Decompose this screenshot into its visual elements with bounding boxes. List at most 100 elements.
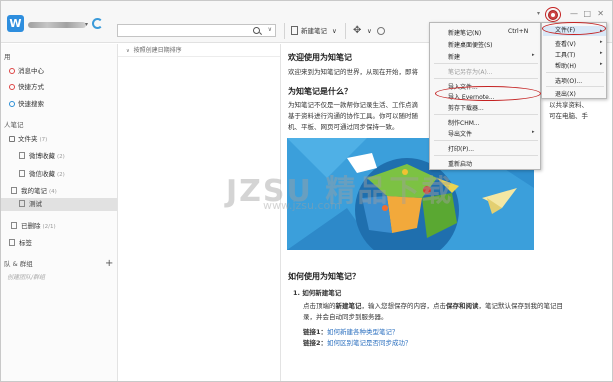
chevron-down-icon[interactable]: ▾ — [85, 21, 88, 28]
watermark-url: www.jzsu.com — [263, 199, 341, 212]
menu-separator — [434, 140, 538, 141]
menu-item-new[interactable]: 新建 — [448, 52, 460, 61]
text-run: 点击顶端的 — [303, 302, 336, 310]
search-input[interactable]: ∨ — [117, 24, 276, 37]
count-badge: (4) — [49, 189, 57, 195]
toolbar-divider — [345, 23, 346, 39]
menu-separator — [434, 155, 538, 156]
star-icon — [9, 84, 15, 90]
menu-item-help[interactable]: 帮助(H) — [555, 61, 576, 70]
menu-item-new-note[interactable]: 新建笔记(N) — [448, 28, 481, 37]
sidebar-item-weibo[interactable]: 微博收藏 (2) — [19, 150, 65, 160]
folder-icon — [19, 152, 25, 159]
tag-icon — [9, 239, 15, 246]
note-list: ∨ 按照创建日期排序 — [118, 44, 281, 381]
sidebar-item-messages[interactable]: 消息中心 — [9, 65, 44, 75]
sidebar-section-personal: 人笔记 — [4, 121, 24, 129]
sidebar-item-label: 快捷方式 — [18, 83, 44, 91]
paragraph-line: 机、平板、网页可通过同步保持一致。 — [288, 123, 399, 131]
menu-item-options[interactable]: 选项(O)... — [555, 76, 582, 85]
menu-separator — [434, 114, 538, 115]
paragraph-line: 基于资料进行沟通的协作工具。你可以随时随 — [288, 112, 418, 120]
sidebar-item-tags[interactable]: 标签 — [9, 237, 32, 247]
sidebar-item-label: 微信收藏 — [29, 170, 55, 178]
menu-item-restart[interactable]: 重新启动 — [448, 159, 472, 168]
bell-icon — [9, 68, 15, 74]
submenu-arrow-icon: ▸ — [600, 50, 603, 56]
account-name[interactable] — [28, 22, 86, 28]
move-dropdown-button[interactable]: ∨ — [367, 25, 372, 37]
sidebar-item-folders[interactable]: 文件夹 (7) — [9, 133, 47, 143]
help-link-2[interactable]: 如何区别笔记是否同步成功？ — [327, 339, 412, 347]
sidebar-item-label: 已删除 — [21, 222, 41, 230]
menu-item-print[interactable]: 打印(P)... — [448, 144, 474, 153]
menu-item-web-clipper[interactable]: 剪存下载器... — [448, 103, 484, 112]
menu-item-new-sticky[interactable]: 新建桌面便签(S) — [448, 40, 493, 49]
text-run-bold: 保存和阅读 — [446, 302, 479, 310]
minimize-button[interactable]: — — [570, 9, 578, 19]
sidebar-item-label: 测试 — [29, 200, 42, 208]
new-note-button[interactable]: 新建笔记 — [291, 25, 327, 37]
paragraph-line: 录，并会自动同步到服务器。 — [303, 313, 388, 321]
link-line: 链接1：如何新建各种类型笔记？ — [303, 327, 399, 338]
sort-selector[interactable]: ∨ 按照创建日期排序 — [118, 44, 280, 57]
menu-item-exit[interactable]: 退出(X) — [555, 89, 576, 98]
text-run: ，输入您想保存的内容，点击 — [361, 302, 447, 310]
sync-icon[interactable] — [92, 18, 103, 29]
step-heading: 1. 如何新建笔记 — [293, 289, 342, 297]
count-badge: (2) — [57, 172, 65, 178]
text-run: ，笔记默认保存到我的笔记目 — [478, 302, 564, 310]
highlight-ring-file — [542, 22, 606, 35]
sidebar-item-label: 我的笔记 — [21, 187, 47, 195]
sidebar-section-common: 用 — [4, 53, 11, 61]
menu-item-tools[interactable]: 工具(T) — [555, 50, 575, 59]
link-line: 链接2：如何区别笔记是否同步成功？ — [303, 338, 412, 349]
submenu-arrow-icon: ▸ — [532, 129, 535, 135]
menu-item-make-chm[interactable]: 制作CHM... — [448, 118, 480, 127]
menu-item-export[interactable]: 导出文件 — [448, 129, 472, 138]
status-circle-icon[interactable] — [377, 27, 385, 35]
help-link-1[interactable]: 如何新建各种类型笔记？ — [327, 328, 399, 336]
create-group-hint[interactable]: 创建团队/群组 — [7, 272, 45, 281]
chevron-down-icon: ∨ — [126, 48, 130, 54]
menu-separator — [546, 72, 604, 73]
maximize-button[interactable]: □ — [583, 9, 591, 19]
sidebar-item-wechat[interactable]: 微信收藏 (2) — [19, 168, 65, 178]
sidebar-item-deleted[interactable]: 已删除 (2/1) — [11, 220, 56, 230]
menu-item-view[interactable]: 查看(V) — [555, 39, 576, 48]
link-prefix: 链接1： — [303, 328, 328, 336]
sidebar-item-test[interactable]: 测试 — [1, 198, 117, 211]
app-window: W ▾ ∨ 新建笔记 ∨ ✥ ∨ ▾ — □ ✕ 用 消息中心 快捷方式 快速搜… — [0, 0, 613, 382]
count-badge: (2) — [57, 154, 65, 160]
heading-how: 如何使用为知笔记？ — [288, 272, 360, 281]
sidebar-item-quick-search[interactable]: 快速搜索 — [9, 98, 44, 108]
add-group-button[interactable]: + — [105, 258, 113, 269]
paragraph-line: 以共享资料、 — [549, 101, 588, 109]
search-icon — [9, 101, 15, 107]
note-intro: 欢迎来到为知笔记的世界，从现在开始，即将 — [288, 68, 418, 76]
paragraph-line: 点击顶端的新建笔记，输入您想保存的内容，点击保存和阅读，笔记默认保存到我的笔记目 — [303, 301, 563, 312]
wiz-logo: W — [7, 15, 24, 32]
submenu-arrow-icon: ▸ — [532, 52, 535, 58]
menu-separator — [546, 86, 604, 87]
sidebar: 用 消息中心 快捷方式 快速搜索 人笔记 文件夹 (7) 微博收藏 (2) 微信收藏… — [1, 44, 118, 381]
submenu-arrow-icon: ▸ — [600, 39, 603, 45]
move-icon[interactable]: ✥ — [353, 25, 365, 37]
new-note-dropdown-button[interactable]: ∨ — [332, 25, 337, 37]
text-run-bold: 新建笔记 — [335, 302, 362, 310]
folder-icon — [11, 187, 17, 194]
sort-label: 按照创建日期排序 — [133, 47, 182, 54]
new-note-icon — [291, 26, 298, 35]
sidebar-item-my-notes[interactable]: 我的笔记 (4) — [11, 185, 57, 195]
close-button[interactable]: ✕ — [597, 9, 604, 19]
skin-icon[interactable]: ▾ — [537, 10, 540, 17]
search-dropdown-icon[interactable]: ∨ — [268, 26, 272, 33]
shortcut-label: Ctrl+N — [508, 28, 529, 35]
search-icon[interactable] — [253, 27, 260, 34]
menu-separator — [434, 63, 538, 64]
sidebar-item-label: 消息中心 — [18, 67, 44, 75]
new-note-label: 新建笔记 — [301, 27, 327, 35]
link-prefix: 链接2： — [303, 339, 328, 347]
sidebar-item-shortcuts[interactable]: 快捷方式 — [9, 81, 44, 91]
count-badge: (7) — [39, 137, 48, 143]
